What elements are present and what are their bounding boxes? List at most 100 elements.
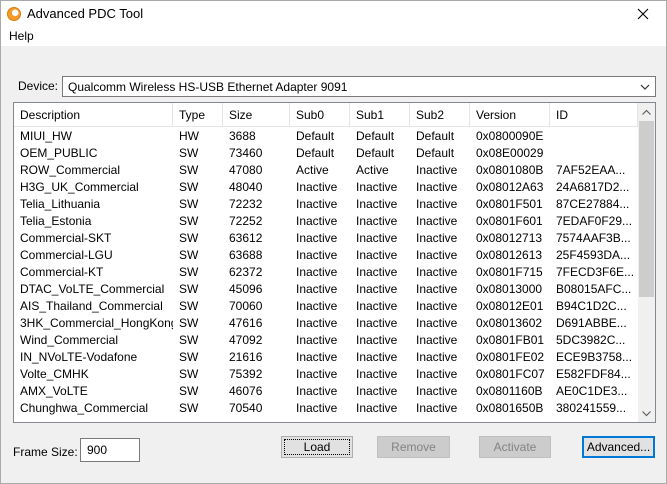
table-row[interactable]: DTAC_VoLTE_Commercial SW 45096 Inactive Inac… xyxy=(14,281,638,298)
cell-description: IN_NVoLTE-Vodafone xyxy=(20,350,138,364)
column-header-sub0[interactable]: Sub0 xyxy=(290,103,350,127)
column-header-description[interactable]: Description xyxy=(14,103,173,127)
table-row[interactable]: Chunghwa_Commercial SW 70540 Inactive Inacti… xyxy=(14,400,638,417)
cell-sub2: Inactive xyxy=(416,333,458,347)
table-body: MIUI_HW HW 3688 Default Default Default 0x0800… xyxy=(14,128,638,417)
cell-version: 0x0801080B xyxy=(476,163,544,177)
cell-sub2: Inactive xyxy=(416,316,458,330)
chevron-up-icon[interactable] xyxy=(638,103,655,120)
cell-size: 63612 xyxy=(229,231,263,245)
cell-description: Commercial-KT xyxy=(20,265,104,279)
cell-id: 5DC3982C... xyxy=(556,333,626,347)
cell-version: 0x08012A63 xyxy=(476,180,544,194)
menu-bar: Help xyxy=(1,27,666,47)
cell-sub1: Inactive xyxy=(356,401,398,415)
column-header-version[interactable]: Version xyxy=(470,103,550,127)
column-header-size[interactable]: Size xyxy=(223,103,290,127)
table-row[interactable]: Volte_CMHK SW 75392 Inactive Inactive Inactiv… xyxy=(14,366,638,383)
cell-description: Commercial-LGU xyxy=(20,248,113,262)
table-row[interactable]: AIS_Thailand_Commercial SW 70060 Inactive In… xyxy=(14,298,638,315)
cell-sub0: Inactive xyxy=(296,282,338,296)
advanced-button[interactable]: Advanced... xyxy=(582,436,655,458)
cell-id xyxy=(550,145,638,162)
cell-sub0: Inactive xyxy=(296,333,338,347)
table-row[interactable]: MIUI_HW HW 3688 Default Default Default 0x0800… xyxy=(14,128,638,145)
cell-size: 70540 xyxy=(229,401,263,415)
frame-size-input[interactable] xyxy=(80,438,140,462)
cell-description: Wind_Commercial xyxy=(20,333,119,347)
column-header-sub2[interactable]: Sub2 xyxy=(410,103,470,127)
table-row[interactable]: Commercial-LGU SW 63688 Inactive Inactive Ina… xyxy=(14,247,638,264)
table-row[interactable]: ROW_Commercial SW 47080 Active Active Inactiv… xyxy=(14,162,638,179)
column-header-id[interactable]: ID xyxy=(550,103,638,127)
table-row[interactable]: Telia_Estonia SW 72252 Inactive Inactive Inac… xyxy=(14,213,638,230)
activate-button[interactable]: Activate xyxy=(479,436,551,458)
vertical-scrollbar[interactable] xyxy=(638,103,655,422)
cell-description: Telia_Lithuania xyxy=(20,197,101,211)
column-header-sub1[interactable]: Sub1 xyxy=(350,103,410,127)
cell-type: SW xyxy=(179,401,199,415)
cell-type: HW xyxy=(179,129,199,143)
cell-size: 45096 xyxy=(229,282,263,296)
cell-type: SW xyxy=(179,384,199,398)
cell-sub1: Inactive xyxy=(356,367,398,381)
cell-version: 0x08013000 xyxy=(476,282,543,296)
menu-help[interactable]: Help xyxy=(9,29,34,43)
cell-type: SW xyxy=(179,282,199,296)
device-select[interactable]: Qualcomm Wireless HS-USB Ethernet Adapte… xyxy=(62,76,656,97)
cell-sub0: Inactive xyxy=(296,299,338,313)
cell-type: SW xyxy=(179,350,199,364)
cell-sub0: Inactive xyxy=(296,265,338,279)
close-icon[interactable] xyxy=(620,1,666,27)
cell-type: SW xyxy=(179,163,199,177)
chevron-down-icon[interactable] xyxy=(638,405,655,422)
cell-sub0: Inactive xyxy=(296,180,338,194)
cell-type: SW xyxy=(179,316,199,330)
table-row[interactable]: Commercial-KT SW 62372 Inactive Inactive Inac… xyxy=(14,264,638,281)
cell-id: 25F4593DA... xyxy=(556,248,631,262)
load-button[interactable]: Load xyxy=(281,436,353,458)
cell-id: 24A6817D2... xyxy=(556,180,630,194)
table-row[interactable]: Commercial-SKT SW 63612 Inactive Inactive Ina… xyxy=(14,230,638,247)
cell-type: SW xyxy=(179,197,199,211)
cell-description: OEM_PUBLIC xyxy=(20,146,98,160)
chevron-down-icon xyxy=(639,81,651,93)
cell-size: 63688 xyxy=(229,248,263,262)
table-row[interactable]: 3HK_Commercial_HongKong SW 47616 Inactive In… xyxy=(14,315,638,332)
scrollbar-thumb[interactable] xyxy=(639,121,654,297)
pdc-list-view[interactable]: Description Type Size Sub0 Sub1 Sub2 Ver… xyxy=(13,102,656,423)
column-header-type[interactable]: Type xyxy=(173,103,223,127)
cell-size: 3688 xyxy=(229,129,256,143)
table-row[interactable]: Wind_Commercial SW 47092 Inactive Inactive In… xyxy=(14,332,638,349)
cell-size: 70060 xyxy=(229,299,263,313)
table-row[interactable]: OEM_PUBLIC SW 73460 Default Default Default 0x… xyxy=(14,145,638,162)
frame-size-label: Frame Size: xyxy=(13,445,78,459)
cell-version: 0x0800090E xyxy=(476,129,544,143)
cell-sub2: Inactive xyxy=(416,384,458,398)
cell-sub1: Active xyxy=(356,163,389,177)
cell-description: Telia_Estonia xyxy=(20,214,92,228)
table-row[interactable]: H3G_UK_Commercial SW 48040 Inactive Inactive… xyxy=(14,179,638,196)
cell-sub1: Inactive xyxy=(356,282,398,296)
cell-description: 3HK_Commercial_HongKong xyxy=(20,316,173,330)
remove-button[interactable]: Remove xyxy=(377,436,450,458)
cell-version: 0x08013602 xyxy=(476,316,543,330)
cell-id: 7AF52EAA... xyxy=(556,163,626,177)
cell-id: 87CE27884... xyxy=(556,197,630,211)
table-row[interactable]: AMX_VoLTE SW 46076 Inactive Inactive Inactive… xyxy=(14,383,638,400)
cell-type: SW xyxy=(179,214,199,228)
cell-sub0: Inactive xyxy=(296,248,338,262)
cell-sub1: Inactive xyxy=(356,214,398,228)
cell-sub0: Inactive xyxy=(296,384,338,398)
cell-id: B94C1D2C... xyxy=(556,299,627,313)
cell-description: Chunghwa_Commercial xyxy=(20,401,149,415)
table-row[interactable]: Telia_Lithuania SW 72232 Inactive Inactive In… xyxy=(14,196,638,213)
cell-type: SW xyxy=(179,333,199,347)
cell-sub2: Default xyxy=(416,146,455,160)
table-row[interactable]: IN_NVoLTE-Vodafone SW 21616 Inactive Inactiv… xyxy=(14,349,638,366)
cell-version: 0x0801F601 xyxy=(476,214,543,228)
cell-sub2: Inactive xyxy=(416,350,458,364)
window-title: Advanced PDC Tool xyxy=(27,6,144,21)
cell-type: SW xyxy=(179,299,199,313)
cell-version: 0x08012713 xyxy=(476,231,543,245)
